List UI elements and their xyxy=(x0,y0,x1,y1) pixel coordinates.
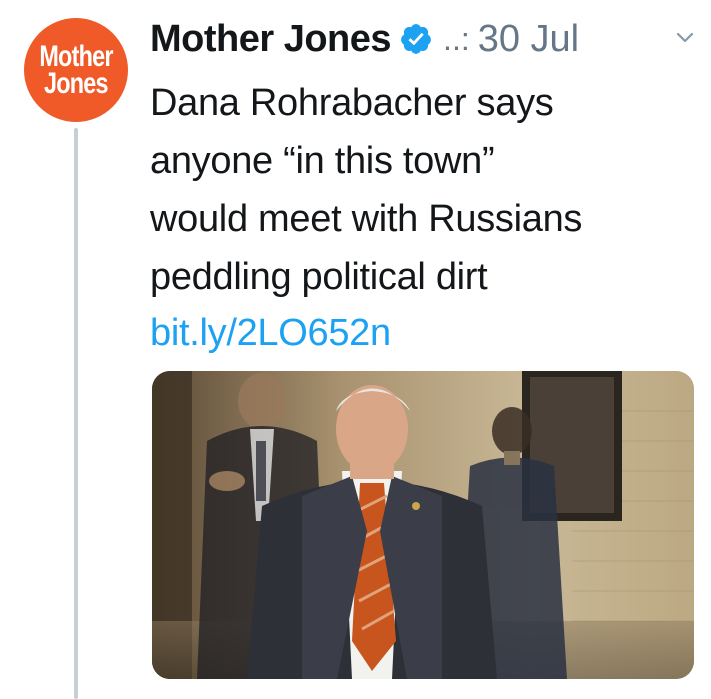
avatar-logo-line2: Jones xyxy=(44,67,109,100)
tweet-text-line: would meet with Russians xyxy=(150,198,583,240)
author-name[interactable]: Mother Jones xyxy=(150,18,392,61)
photo-illustration xyxy=(152,371,694,679)
thread-line xyxy=(74,128,78,699)
avatar-logo-line1: Mother xyxy=(39,40,113,73)
author-handle[interactable]: ..: xyxy=(443,21,470,58)
tweet-date[interactable]: 30 Jul xyxy=(478,18,579,61)
chevron-down-icon[interactable] xyxy=(675,28,695,48)
tweet-text-line: anyone “in this town” xyxy=(150,140,495,182)
tweet-text-line: Dana Rohrabacher says xyxy=(150,82,554,124)
tweet-text-line: peddling political dirt xyxy=(150,256,488,298)
avatar[interactable]: Mother Jones xyxy=(24,18,128,122)
tweet-link[interactable]: bit.ly/2LO652n xyxy=(150,308,391,358)
tweet-text: Dana Rohrabacher says anyone “in this to… xyxy=(150,74,690,306)
verified-badge-icon xyxy=(401,24,431,54)
tweet-photo[interactable] xyxy=(152,371,694,679)
tweet-header: Mother Jones ..: 30 Jul xyxy=(150,14,695,64)
